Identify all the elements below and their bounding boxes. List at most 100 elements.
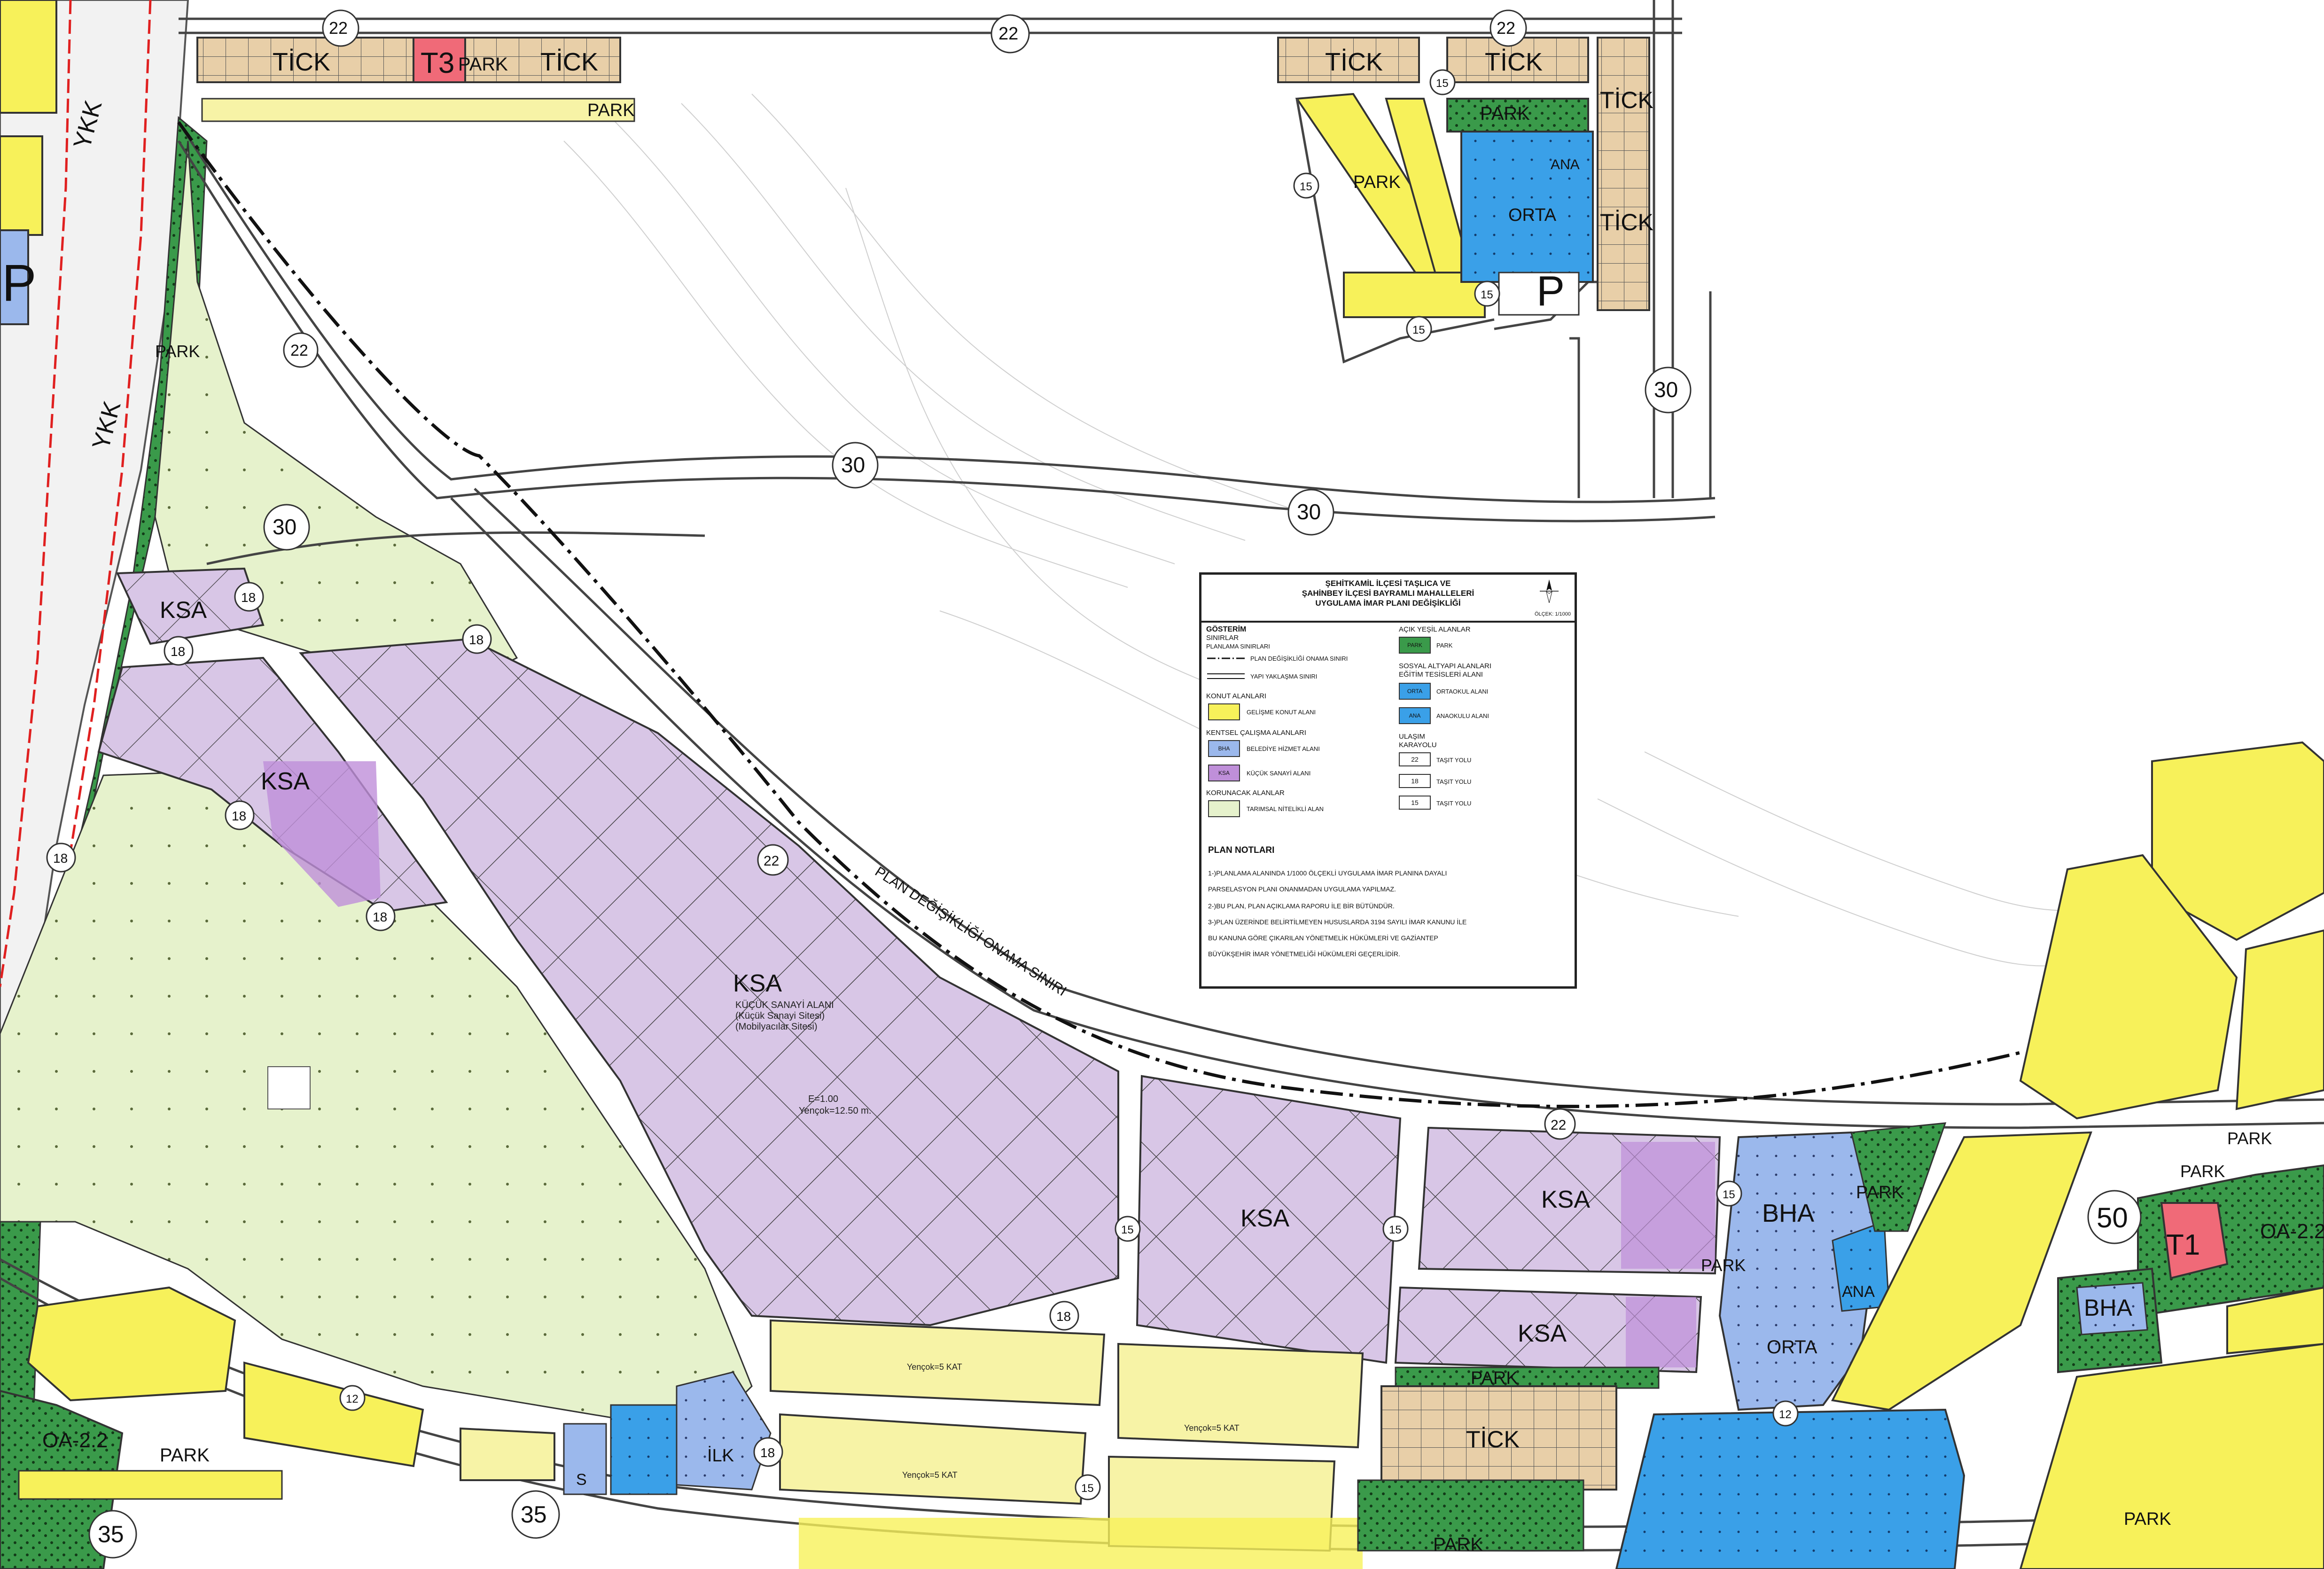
ksa-description-3: (Mobilyacılar Sitesi) [735, 1022, 817, 1032]
legend-park-swatch: PARK [1399, 637, 1431, 654]
map-label-tick: TİCK [1600, 87, 1653, 113]
map-label-ilk: İLK [707, 1445, 734, 1466]
legend-sinirlar: SINIRLAR [1206, 634, 1239, 642]
zone-konut [2235, 929, 2324, 1110]
road-label-18: 18 [1056, 1309, 1071, 1324]
ksa-emsal: E=1.00 [808, 1094, 838, 1104]
legend-kucuk-sanayi: KÜÇÜK SANAYİ ALANI [1247, 770, 1311, 777]
road-label-30: 30 [841, 453, 865, 477]
legend-note-3: 3-)PLAN ÜZERİNDE BELİRTİLMEYEN HUSUSLARD… [1208, 918, 1467, 926]
road-label-18: 18 [469, 632, 484, 647]
map-label-orta: ORTA [1508, 205, 1557, 225]
road-label-15: 15 [1389, 1224, 1402, 1236]
road-label-22: 22 [764, 853, 779, 869]
legend-ulasim: ULAŞIM [1399, 733, 1425, 741]
road-label-18: 18 [760, 1445, 775, 1460]
legend-park: PARK [1436, 642, 1453, 649]
map-label-tick: TİCK [1485, 48, 1543, 76]
ksa-description-1: KÜÇÜK SANAYİ ALANI [735, 999, 834, 1010]
legend-title-line-3: UYGULAMA İMAR PLANI DEĞİŞİKLİĞİ [1315, 599, 1461, 608]
zone-konut [799, 1518, 1363, 1569]
map-label-p: P [2, 254, 36, 312]
map-label-park: PARK [2124, 1509, 2171, 1529]
road-label-35: 35 [521, 1501, 547, 1528]
legend-title-line-1: ŞEHİTKAMİL İLÇESİ TAŞLICA VE [1325, 579, 1451, 588]
road-label-22: 22 [329, 18, 348, 38]
map-label-t1: T1 [2166, 1229, 2200, 1261]
legend-road-22-swatch: 22 [1399, 752, 1431, 766]
map-label-ksa: KSA [733, 970, 782, 997]
legend-konut-alanlari: KONUT ALANLARI [1206, 692, 1267, 700]
legend-tasit-yolu: TAŞIT YOLU [1436, 778, 1472, 785]
legend-tasit-yolu: TAŞIT YOLU [1436, 757, 1472, 764]
road-label-15: 15 [1723, 1188, 1735, 1201]
legend-orta-swatch: ORTA [1399, 683, 1431, 700]
map-label-t3: T3 [421, 47, 454, 79]
zone-konut-strip [201, 98, 635, 122]
zone-tick [1597, 37, 1650, 311]
legend-note-3c: BÜYÜKŞEHİR İMAR YÖNETMELİĞİ HÜKÜMLERİ GE… [1208, 950, 1400, 958]
zone-konut [27, 1286, 236, 1402]
map-label-tick: TİCK [540, 48, 598, 76]
road-label-18: 18 [53, 851, 68, 866]
map-label-tick: TİCK [1600, 209, 1653, 235]
zone-konut [2019, 1343, 2324, 1569]
map-label-park: PARK [587, 101, 635, 120]
legend-egitim: EĞİTİM TESİSLERİ ALANI [1399, 671, 1483, 679]
legend-planlama-sinirlari: PLANLAMA SINIRLARI [1206, 643, 1270, 650]
map-label-park: PARK [2227, 1129, 2272, 1148]
ksa-description-2: (Küçük Sanayi Sitesi) [735, 1011, 825, 1021]
road-label-30: 30 [273, 515, 296, 539]
zone-konut [18, 1470, 283, 1500]
map-label-park: PARK [1856, 1183, 1903, 1202]
map-label-ksa: KSA [1240, 1205, 1289, 1232]
north-arrow-icon [1540, 579, 1559, 603]
zone-konut [243, 1361, 424, 1468]
map-label-park: PARK [1701, 1256, 1746, 1275]
zone-konut [779, 1413, 1087, 1505]
legend-karayolu: KARAYOLU [1399, 741, 1437, 749]
road-label-15: 15 [1412, 324, 1425, 336]
map-label-ksa: KSA [160, 597, 207, 623]
legend-ksa-swatch: KSA [1208, 765, 1240, 781]
map-label-park: PARK [1353, 172, 1401, 192]
legend-ortaokul: ORTAOKUL ALANI [1436, 688, 1489, 695]
zone-egitim [676, 1371, 772, 1491]
map-label-tick: TİCK [1466, 1426, 1520, 1452]
tarim-symbol-icon [267, 1066, 311, 1109]
legend-title: ŞEHİTKAMİL İLÇESİ TAŞLICA VE ŞAHİNBEY İL… [1201, 575, 1575, 623]
road-label-50: 50 [2097, 1202, 2128, 1233]
legend-boundary-swatch [1207, 657, 1245, 659]
road-label-22: 22 [290, 342, 308, 359]
road-label-18: 18 [232, 809, 246, 823]
legend-tarim-swatch [1208, 800, 1240, 817]
map-label-ksa: KSA [261, 768, 310, 795]
road-label-30: 30 [1297, 500, 1321, 524]
map-label-park: PARK [1480, 103, 1530, 124]
zone-konut [0, 135, 43, 236]
legend-road-18-swatch: 18 [1399, 774, 1431, 788]
ksa-yencok: Yençok=12.50 m. [799, 1106, 871, 1116]
legend-title-line-2: ŞAHİNBEY İLÇESİ BAYRAMLI MAHALLELERİ [1302, 589, 1474, 598]
map-label-p: P [1536, 268, 1565, 315]
road-label-35: 35 [98, 1521, 124, 1547]
park-strip [1395, 1366, 1660, 1389]
legend-scale: ÖLÇEK: 1/1000 [1534, 611, 1571, 617]
legend-note-1: 1-)PLANLAMA ALANINDA 1/1000 ÖLÇEKLİ UYGU… [1208, 869, 1447, 877]
legend-box: ŞEHİTKAMİL İLÇESİ TAŞLICA VE ŞAHİNBEY İL… [1199, 572, 1577, 989]
legend-sosyal-altyapi: SOSYAL ALTYAPI ALANLARI [1399, 662, 1492, 670]
legend-tasit-yolu: TAŞIT YOLU [1436, 800, 1472, 807]
legend-anaokulu: ANAOKULU ALANI [1436, 712, 1489, 719]
road-label-18: 18 [373, 910, 387, 924]
map-label-s: S [576, 1471, 587, 1489]
road-label-15: 15 [1121, 1224, 1134, 1236]
road-label-22: 22 [998, 24, 1018, 44]
map-label-park: PARK [458, 54, 508, 75]
legend-belediye-hizmet: BELEDİYE HİZMET ALANI [1247, 745, 1320, 752]
legend-gosterim: GÖSTERİM [1206, 625, 1247, 633]
road-label-22: 22 [1497, 18, 1515, 38]
legend-tarimsal: TARIMSAL NİTELİKLİ ALAN [1247, 805, 1324, 812]
map-label-park: PARK [160, 1445, 210, 1466]
legend-korunacak: KORUNACAK ALANLAR [1206, 789, 1285, 797]
road-label-12: 12 [1779, 1408, 1792, 1421]
